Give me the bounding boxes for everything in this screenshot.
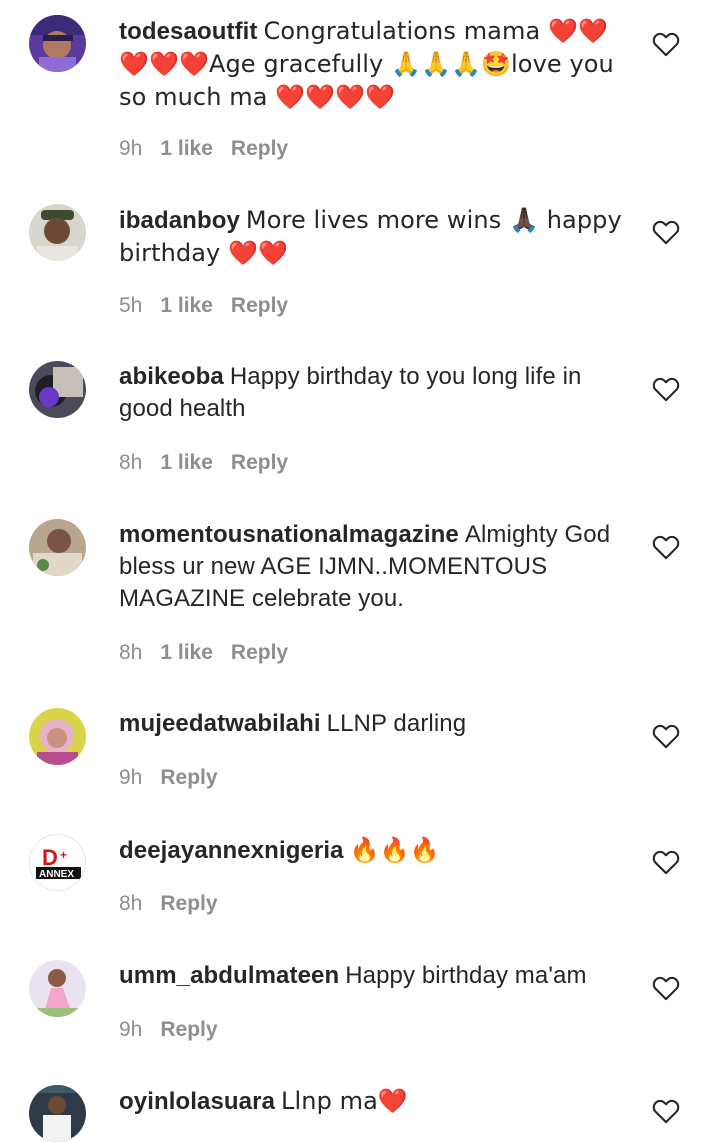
- avatar-photo-icon: [29, 708, 86, 765]
- svg-text:+: +: [60, 848, 67, 862]
- comment-time: 5h: [119, 294, 143, 317]
- heart-icon[interactable]: [652, 975, 680, 1001]
- heart-icon[interactable]: [652, 849, 680, 875]
- comment-time: 8h: [119, 641, 143, 664]
- avatar-photo-icon: [29, 1085, 86, 1142]
- avatar-photo-icon: [29, 960, 86, 1017]
- logo-text: ANNEX: [39, 869, 74, 880]
- comment-meta: 8h Reply: [119, 892, 236, 916]
- avatar-photo-icon: [29, 519, 86, 576]
- comment-text: 🔥🔥🔥: [349, 836, 440, 864]
- reply-button[interactable]: Reply: [231, 137, 288, 160]
- comment-item: ibadanboy More lives more wins 🙏🏿 happy b…: [0, 204, 720, 334]
- reply-button[interactable]: Reply: [160, 892, 217, 915]
- comment-text: LLNP darling: [326, 710, 467, 737]
- comment-meta: 8h 1 like Reply: [119, 641, 306, 665]
- comment-body: todesaoutfit Congratulations mama ❤️❤️❤️❤…: [119, 15, 634, 114]
- comment-meta: 5h 1 like Reply: [119, 294, 306, 318]
- comment-item: momentousnationalmagazine Almighty God bl…: [0, 519, 720, 679]
- comment-body: umm_abdulmateen Happy birthday ma'am: [119, 960, 634, 992]
- comment-meta: 9h Reply: [119, 1018, 236, 1042]
- comment-time: 9h: [119, 1018, 143, 1041]
- comment-time: 9h: [119, 137, 143, 160]
- comment-item: oyinlolasuara Llnp ma❤️: [0, 1085, 720, 1142]
- comment-meta: 9h Reply: [119, 766, 236, 790]
- comment-time: 8h: [119, 892, 143, 915]
- reply-button[interactable]: Reply: [160, 1018, 217, 1041]
- comment-time: 8h: [119, 451, 143, 474]
- heart-icon[interactable]: [652, 534, 680, 560]
- comment-likes[interactable]: 1 like: [160, 294, 213, 317]
- comment-body: oyinlolasuara Llnp ma❤️: [119, 1085, 634, 1118]
- comment-item: D + ANNEX deejayannexnigeria 🔥🔥🔥 8h Reply: [0, 834, 720, 934]
- avatar[interactable]: [29, 960, 86, 1017]
- comment-likes[interactable]: 1 like: [160, 641, 213, 664]
- comment-likes[interactable]: 1 like: [160, 137, 213, 160]
- comment-meta: 8h 1 like Reply: [119, 451, 306, 475]
- comment-item: todesaoutfit Congratulations mama ❤️❤️❤️❤…: [0, 15, 720, 175]
- comment-time: 9h: [119, 766, 143, 789]
- comment-body: momentousnationalmagazine Almighty God bl…: [119, 519, 634, 615]
- comment-body: ibadanboy More lives more wins 🙏🏿 happy b…: [119, 204, 634, 270]
- avatar[interactable]: [29, 708, 86, 765]
- avatar[interactable]: [29, 204, 86, 261]
- comment-item: abikeoba Happy birthday to you long life …: [0, 361, 720, 491]
- comment-text: Llnp ma❤️: [281, 1087, 408, 1115]
- comment-username[interactable]: momentousnationalmagazine: [119, 521, 459, 548]
- heart-icon[interactable]: [652, 376, 680, 402]
- heart-icon[interactable]: [652, 1098, 680, 1124]
- comment-username[interactable]: umm_abdulmateen: [119, 962, 339, 989]
- reply-button[interactable]: Reply: [231, 294, 288, 317]
- avatar-photo-icon: [29, 15, 86, 72]
- comment-body: mujeedatwabilahi LLNP darling: [119, 708, 634, 740]
- comment-username[interactable]: ibadanboy: [119, 207, 240, 234]
- comment-text: Happy birthday ma'am: [345, 962, 587, 989]
- comment-body: deejayannexnigeria 🔥🔥🔥: [119, 834, 634, 867]
- heart-icon[interactable]: [652, 31, 680, 57]
- comment-item: mujeedatwabilahi LLNP darling 9h Reply: [0, 708, 720, 808]
- comment-username[interactable]: todesaoutfit: [119, 18, 258, 45]
- avatar-photo-icon: [29, 361, 86, 418]
- avatar[interactable]: [29, 361, 86, 418]
- comment-username[interactable]: oyinlolasuara: [119, 1088, 275, 1115]
- comment-meta: 9h 1 like Reply: [119, 137, 306, 161]
- avatar-photo-icon: [29, 204, 86, 261]
- comment-username[interactable]: abikeoba: [119, 363, 224, 390]
- comment-likes[interactable]: 1 like: [160, 451, 213, 474]
- reply-button[interactable]: Reply: [231, 451, 288, 474]
- svg-text:D: D: [42, 845, 58, 870]
- comment-username[interactable]: mujeedatwabilahi: [119, 710, 321, 737]
- dj-annex-logo-icon: D + ANNEX: [30, 835, 85, 890]
- avatar[interactable]: [29, 15, 86, 72]
- heart-icon[interactable]: [652, 723, 680, 749]
- comment-item: umm_abdulmateen Happy birthday ma'am 9h Re…: [0, 960, 720, 1060]
- avatar[interactable]: [29, 519, 86, 576]
- heart-icon[interactable]: [652, 219, 680, 245]
- reply-button[interactable]: Reply: [231, 641, 288, 664]
- comment-username[interactable]: deejayannexnigeria: [119, 837, 344, 864]
- reply-button[interactable]: Reply: [160, 766, 217, 789]
- comment-body: abikeoba Happy birthday to you long life …: [119, 361, 634, 425]
- avatar[interactable]: [29, 1085, 86, 1142]
- avatar[interactable]: D + ANNEX: [29, 834, 86, 891]
